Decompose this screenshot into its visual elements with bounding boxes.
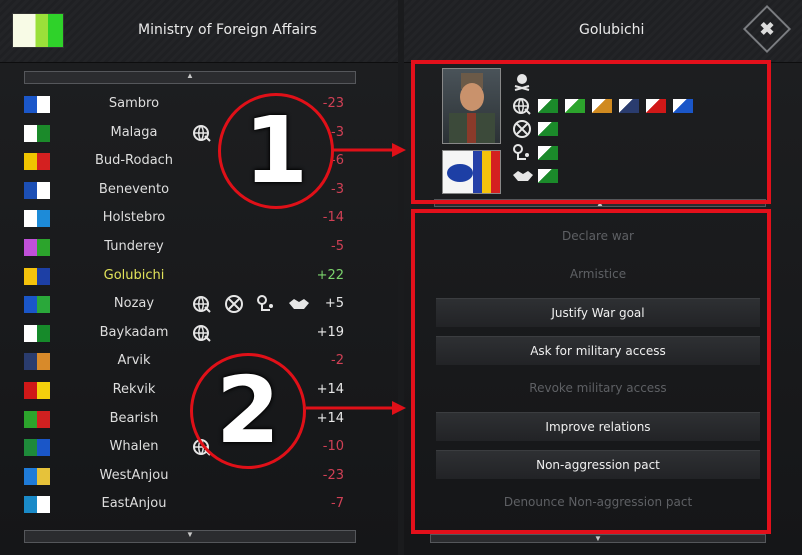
annotation-arrows bbox=[306, 143, 406, 415]
